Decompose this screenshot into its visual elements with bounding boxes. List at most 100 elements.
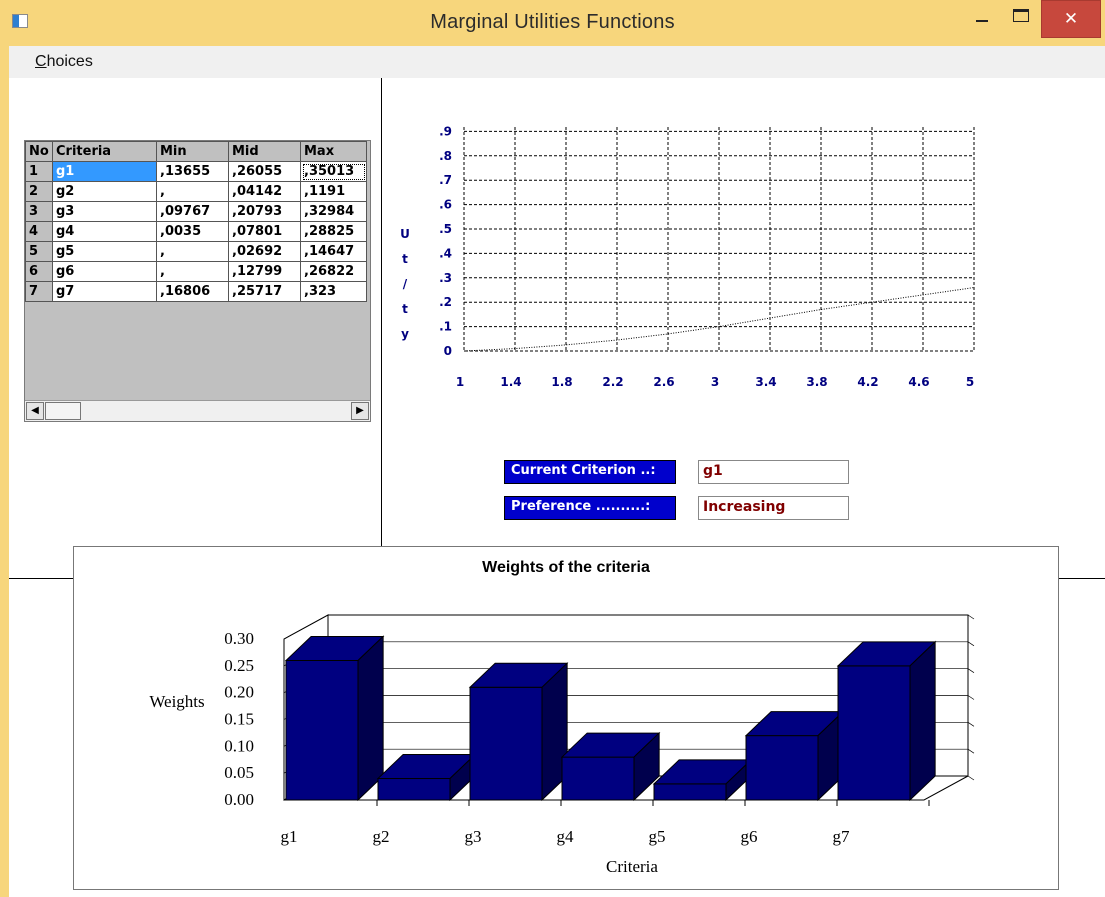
- x-tick-label: 3.4: [755, 375, 776, 389]
- application-window: Marginal Utilities Functions ✕ Choices N…: [0, 0, 1105, 897]
- cell-criteria[interactable]: g5: [52, 241, 157, 262]
- header-min[interactable]: Min: [156, 141, 229, 162]
- grid-row[interactable]: 5 g5, ,02692,14647: [25, 241, 367, 262]
- y-tick-label: 0.00: [224, 790, 254, 809]
- right-tick: [967, 641, 975, 647]
- horizontal-scrollbar[interactable]: ◀ ▶: [25, 400, 370, 421]
- right-tick: [967, 668, 975, 673]
- x-tick-label: 3: [711, 375, 719, 389]
- y-tick-label: 0.05: [224, 763, 254, 782]
- grid-row[interactable]: 1 g1,13655,26055,35013: [25, 161, 367, 182]
- maximize-button[interactable]: [1004, 0, 1038, 30]
- scroll-right-icon[interactable]: ▶: [351, 402, 369, 420]
- criteria-grid[interactable]: No Criteria Min Mid Max 1 g1,13655,26055,…: [24, 140, 371, 422]
- cell-no[interactable]: 5: [25, 241, 53, 262]
- cell-mid[interactable]: ,04142: [228, 181, 301, 202]
- bar-side: [909, 640, 936, 802]
- cell-mid[interactable]: ,12799: [228, 261, 301, 282]
- header-mid[interactable]: Mid: [228, 141, 301, 162]
- y-tick-label: 0.20: [224, 683, 254, 702]
- cell-mid[interactable]: ,20793: [228, 201, 301, 222]
- y-tick-label: .3: [439, 271, 452, 285]
- x-tick-label: g5: [649, 827, 666, 846]
- cell-criteria[interactable]: g6: [52, 261, 157, 282]
- header-max[interactable]: Max: [300, 141, 367, 162]
- cell-min[interactable]: ,16806: [156, 281, 229, 302]
- cell-max[interactable]: ,14647: [300, 241, 367, 262]
- right-tick: [967, 614, 975, 620]
- header-no[interactable]: No: [25, 141, 53, 162]
- bar: [653, 783, 727, 801]
- y-tick-label: .8: [439, 149, 452, 163]
- grid-row[interactable]: 4 g4,0035,07801,28825: [25, 221, 367, 242]
- title-bar[interactable]: Marginal Utilities Functions ✕: [0, 0, 1105, 46]
- cell-max[interactable]: ,32984: [300, 201, 367, 222]
- cell-max[interactable]: ,323: [300, 281, 367, 302]
- utility-function-chart: 1.9.8.7.6.5.4.3.2.1011.41.82.22.633.43.8…: [400, 126, 975, 389]
- grid-row[interactable]: 2 g2, ,04142,1191: [25, 181, 367, 202]
- cell-no[interactable]: 4: [25, 221, 53, 242]
- y-axis-title-letter: t: [402, 252, 408, 266]
- cell-no[interactable]: 7: [25, 281, 53, 302]
- right-tick: [967, 722, 975, 727]
- cell-min[interactable]: ,: [156, 181, 229, 202]
- header-criteria[interactable]: Criteria: [52, 141, 157, 162]
- cell-max[interactable]: ,1191: [300, 181, 367, 202]
- minimize-button[interactable]: [962, 0, 1002, 30]
- cell-criteria[interactable]: g2: [52, 181, 157, 202]
- grid-row[interactable]: 7 g7,16806,25717,323: [25, 281, 367, 302]
- cell-no[interactable]: 1: [25, 161, 53, 182]
- cell-min[interactable]: ,: [156, 261, 229, 282]
- cell-no[interactable]: 3: [25, 201, 53, 222]
- y-tick-label: 0.30: [224, 629, 254, 648]
- cell-criteria[interactable]: g4: [52, 221, 157, 242]
- cell-min[interactable]: ,13655: [156, 161, 229, 182]
- window-title: Marginal Utilities Functions: [430, 11, 675, 33]
- cell-mid[interactable]: ,07801: [228, 221, 301, 242]
- cell-min[interactable]: ,09767: [156, 201, 229, 222]
- x-tick-label: 1.4: [500, 375, 521, 389]
- close-button[interactable]: ✕: [1041, 0, 1101, 38]
- minimize-icon: [976, 20, 988, 22]
- grid-row[interactable]: 6 g6, ,12799,26822: [25, 261, 367, 282]
- cell-criteria[interactable]: g7: [52, 281, 157, 302]
- bar: [285, 659, 359, 801]
- x-tick-label: g7: [833, 827, 851, 846]
- cell-min[interactable]: ,: [156, 241, 229, 262]
- x-tick-label: 4.6: [908, 375, 929, 389]
- cell-criteria[interactable]: g3: [52, 201, 157, 222]
- cell-max[interactable]: ,28825: [300, 221, 367, 242]
- y-tick-label: 0.25: [224, 656, 254, 675]
- x-tick-label: g6: [741, 827, 758, 846]
- scroll-thumb[interactable]: [45, 402, 81, 420]
- right-tick: [967, 695, 975, 700]
- bar: [377, 778, 451, 801]
- y-tick-label: 0: [444, 344, 452, 358]
- x-tick-label: 5: [966, 375, 974, 389]
- x-tick-label: g2: [373, 827, 390, 846]
- right-tick: [967, 775, 975, 781]
- bar: [837, 665, 911, 801]
- x-tick-label: 2.2: [602, 375, 623, 389]
- cell-no[interactable]: 2: [25, 181, 53, 202]
- y-tick-label: 0.10: [224, 736, 254, 755]
- y-tick-label: .6: [439, 198, 452, 212]
- preference-value: Increasing: [698, 496, 849, 520]
- x-tick-label: g1: [281, 827, 298, 846]
- criteria-table: No Criteria Min Mid Max 1 g1,13655,26055,…: [25, 141, 367, 302]
- grid-row[interactable]: 3 g3,09767,20793,32984: [25, 201, 367, 222]
- menu-choices[interactable]: Choices: [35, 53, 93, 71]
- cell-mid[interactable]: ,26055: [228, 161, 301, 182]
- x-tick-label: 3.8: [806, 375, 827, 389]
- cell-min[interactable]: ,0035: [156, 221, 229, 242]
- scroll-left-icon[interactable]: ◀: [26, 402, 44, 420]
- cell-criteria[interactable]: g1: [52, 161, 157, 182]
- cell-no[interactable]: 6: [25, 261, 53, 282]
- cell-max[interactable]: ,35013: [300, 161, 367, 182]
- cell-max[interactable]: ,26822: [300, 261, 367, 282]
- y-axis-title-letter: t: [402, 302, 408, 316]
- x-tick-label: g4: [557, 827, 575, 846]
- cell-mid[interactable]: ,02692: [228, 241, 301, 262]
- cell-mid[interactable]: ,25717: [228, 281, 301, 302]
- menu-bar: Choices: [9, 46, 1105, 78]
